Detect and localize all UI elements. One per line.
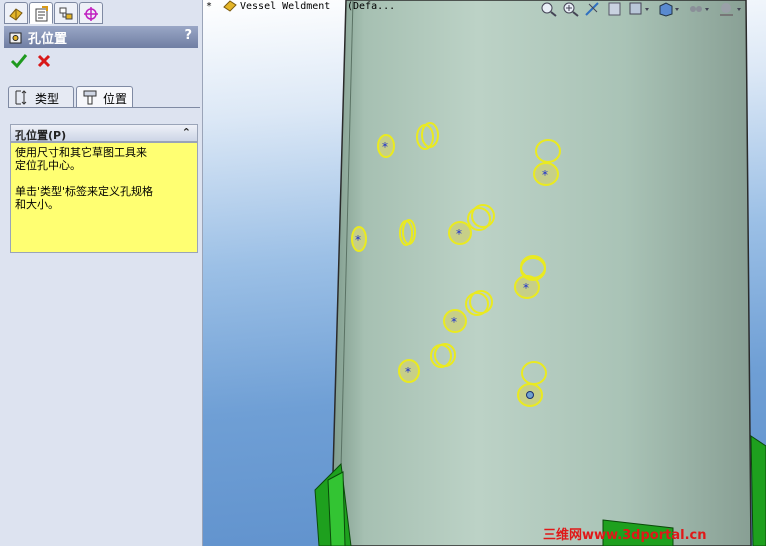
message-box: 使用尺寸和其它草图工具来 定位孔中心。 单击'类型'标签来定义孔规格 和大小。 xyxy=(10,142,198,253)
message-line: 和大小。 xyxy=(15,198,59,211)
hole-type-icon xyxy=(15,90,27,105)
zoom-area-icon[interactable] xyxy=(562,1,580,17)
tree-config-name[interactable]: (Defa... xyxy=(347,1,395,12)
view-orientation-icon[interactable] xyxy=(628,1,652,17)
group-title: 孔位置(P) xyxy=(15,129,67,142)
cancel-button[interactable] xyxy=(36,53,52,69)
feature-manager-tab[interactable] xyxy=(4,2,28,24)
zoom-to-fit-icon[interactable] xyxy=(540,1,558,17)
property-manager-icon xyxy=(35,6,48,22)
svg-text:*: * xyxy=(456,227,462,241)
ok-button[interactable] xyxy=(10,53,28,69)
message-line: 单击'类型'标签来定义孔规格 xyxy=(15,185,154,198)
message-line: 定位孔中心。 xyxy=(15,159,81,172)
tab-type-label: 类型 xyxy=(35,92,60,106)
3d-model-view[interactable]: * * * * * * * xyxy=(203,0,766,546)
tab-position-label: 位置 xyxy=(103,92,128,106)
tab-position[interactable]: 位置 xyxy=(76,86,133,108)
svg-text:*: * xyxy=(355,233,361,247)
hole-wizard-icon xyxy=(9,32,22,44)
property-manager-tab[interactable] xyxy=(29,2,53,24)
graphics-area[interactable]: * * * * * * * * Vessel Weldment (Defa...… xyxy=(203,0,766,546)
hole-marker[interactable]: * xyxy=(533,162,559,186)
configuration-manager-tab[interactable] xyxy=(54,2,78,24)
hole-marker[interactable]: * xyxy=(443,309,467,333)
apply-scene-icon[interactable] xyxy=(718,1,744,17)
weldment-icon xyxy=(223,0,237,12)
help-button[interactable]: ? xyxy=(184,28,192,43)
tab-type[interactable]: 类型 xyxy=(8,86,74,108)
display-style-icon[interactable] xyxy=(658,1,682,17)
hole-marker[interactable]: * xyxy=(448,221,472,245)
heads-up-view-toolbar xyxy=(536,0,766,18)
hole-position-icon xyxy=(83,90,97,105)
hole-marker[interactable]: * xyxy=(377,134,395,158)
hole-marker-selected[interactable] xyxy=(517,383,543,407)
configuration-manager-icon xyxy=(59,7,73,20)
hole-marker[interactable]: * xyxy=(398,359,420,383)
tab-divider xyxy=(8,107,200,108)
property-manager-header: 孔位置 ? xyxy=(4,26,198,48)
dimxpert-icon xyxy=(84,7,98,21)
message-line: 使用尺寸和其它草图工具来 xyxy=(15,146,147,159)
chevron-up-icon[interactable]: ⌃ xyxy=(182,126,191,139)
expand-toggle[interactable]: * xyxy=(206,1,212,12)
previous-view-icon[interactable] xyxy=(584,1,602,17)
hole-tabs: 类型 位置 xyxy=(8,86,200,108)
svg-text:*: * xyxy=(451,315,457,329)
property-manager-panel: 孔位置 ? 类型 位置 孔位置(P) ⌃ 使用尺寸和其它草图工具来 定位孔中心。… xyxy=(0,0,203,546)
site-watermark: 三维网www.3dportal.cn xyxy=(543,528,707,543)
dimxpert-tab[interactable] xyxy=(79,2,103,24)
section-view-icon[interactable] xyxy=(606,1,624,17)
svg-text:*: * xyxy=(523,281,529,295)
svg-text:*: * xyxy=(382,140,388,154)
hole-position-group-header[interactable]: 孔位置(P) ⌃ xyxy=(10,124,198,142)
page-title: 孔位置 xyxy=(28,32,68,47)
hole-marker[interactable]: * xyxy=(351,226,367,252)
feature-manager-icon xyxy=(9,8,23,21)
svg-text:*: * xyxy=(405,365,411,379)
svg-text:*: * xyxy=(542,168,548,182)
tree-part-name[interactable]: Vessel Weldment xyxy=(240,1,330,12)
vessel-shell[interactable] xyxy=(330,0,752,546)
hide-show-icon[interactable] xyxy=(688,1,712,17)
